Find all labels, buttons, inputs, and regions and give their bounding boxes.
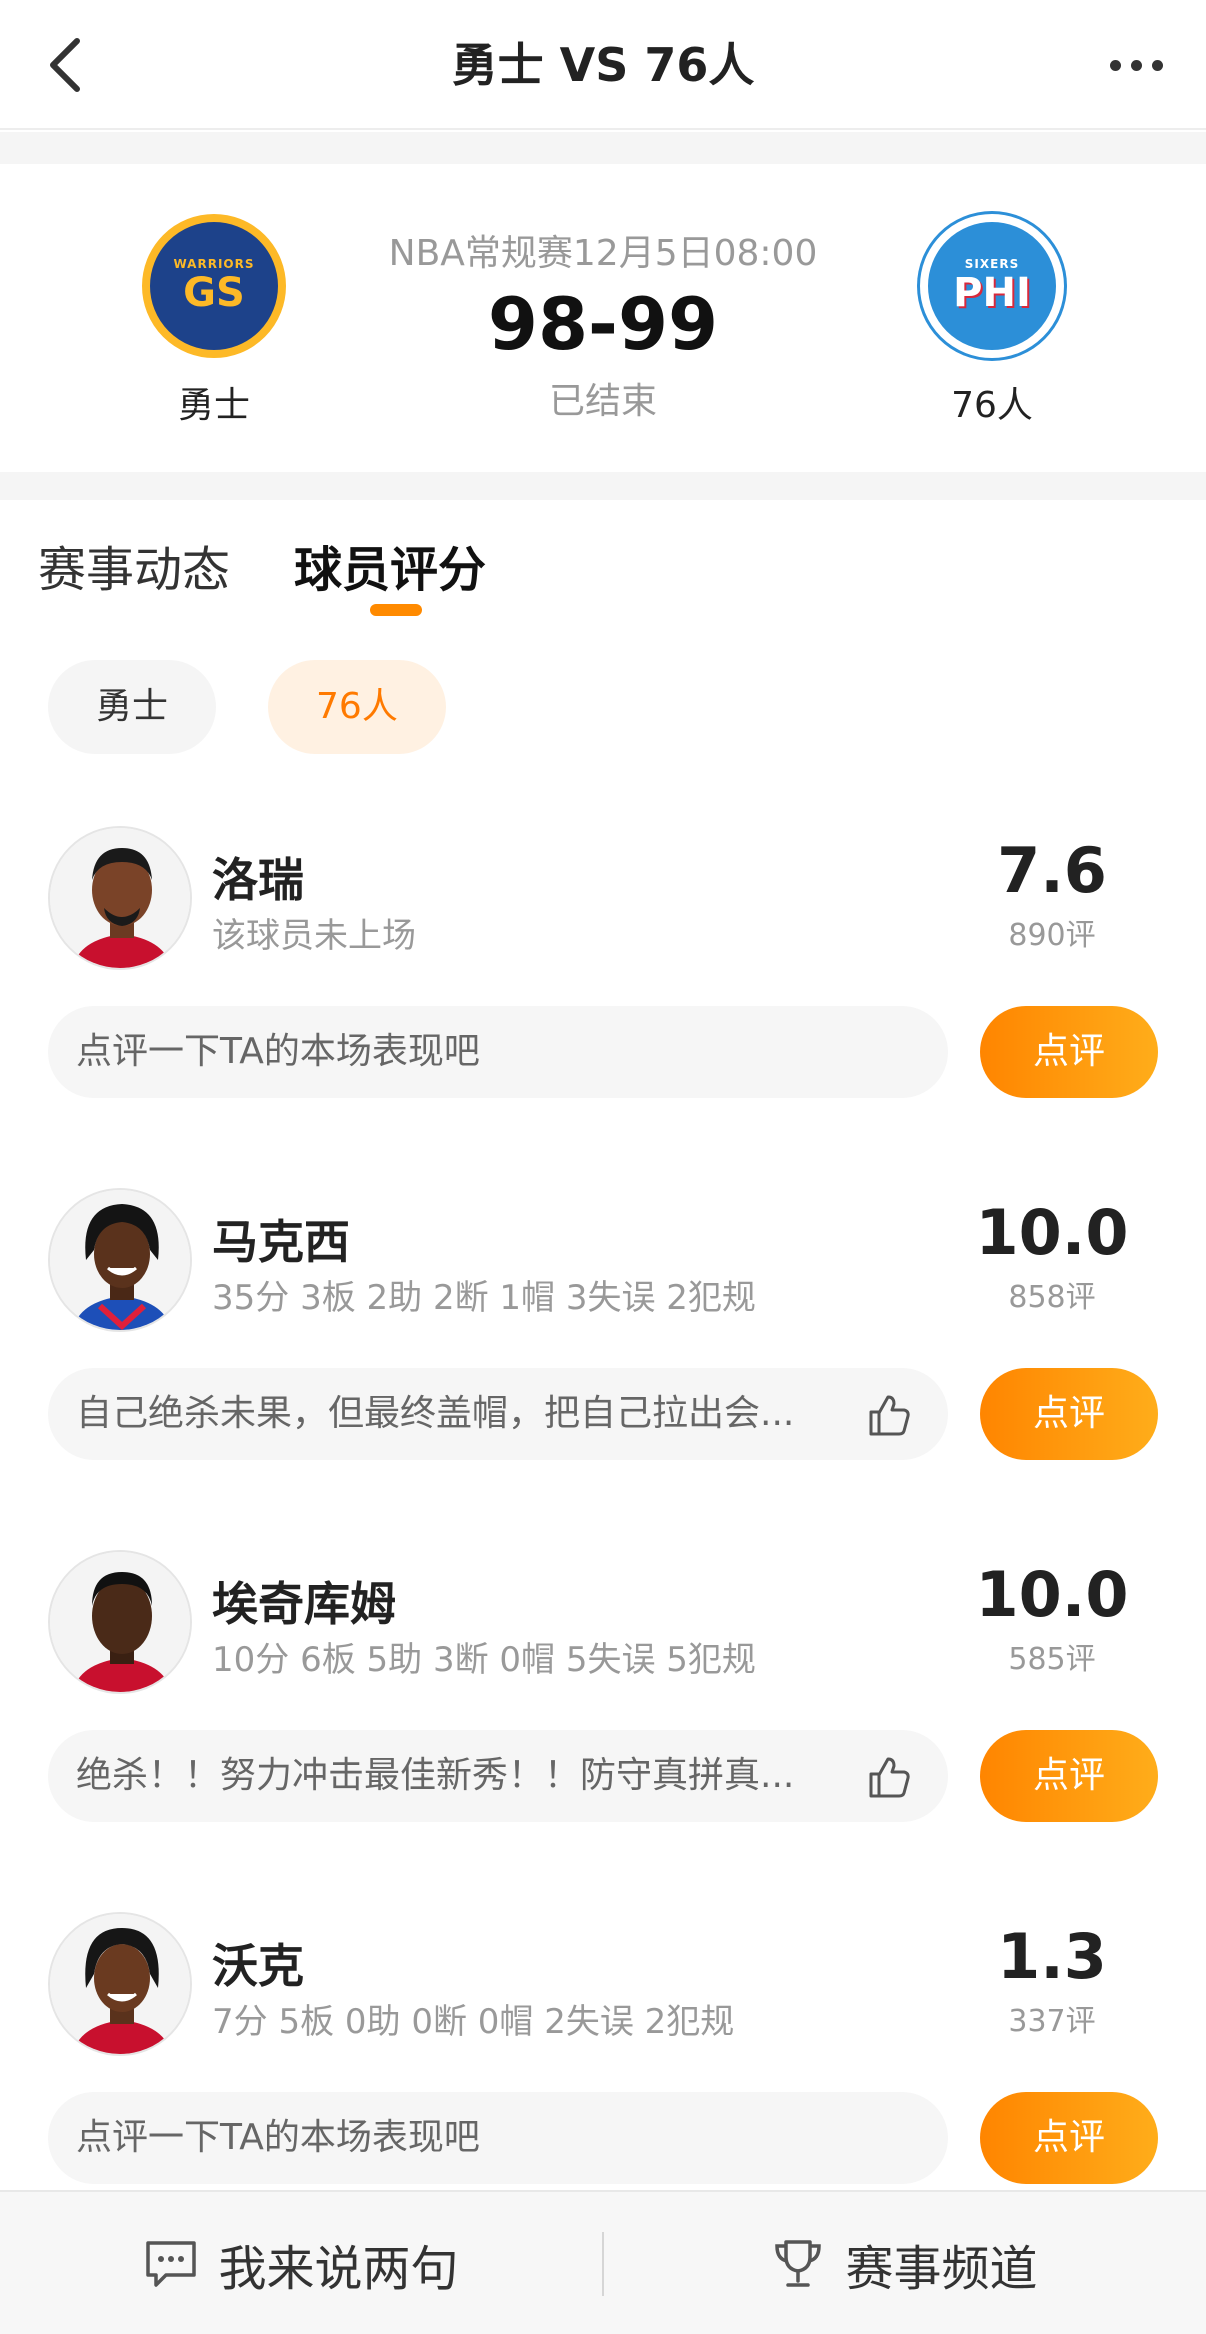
comment-text: 点评一下TA的本场表现吧 [76, 2117, 480, 2158]
player-avatar-image [50, 1190, 190, 1330]
tab-match-events[interactable]: 赛事动态 [38, 530, 230, 600]
match-info: NBA常规赛12月5日08:00 [388, 233, 818, 274]
section-divider [0, 132, 1206, 164]
player-avatar[interactable] [48, 1912, 192, 2056]
event-channel-label: 赛事频道 [845, 2241, 1038, 2297]
player-name: 马克西 [212, 1215, 350, 1269]
rating-count: 858评 [1008, 1280, 1096, 1315]
top-navbar: 勇士 VS 76人 [0, 0, 1206, 130]
page-title: 勇士 VS 76人 [451, 38, 755, 92]
comment-text: 自己绝杀未果，但最终盖帽，把自己拉出会... [76, 1393, 795, 1434]
comment-input[interactable]: 点评一下TA的本场表现吧 [48, 1006, 948, 1098]
review-button[interactable]: 点评 [980, 2092, 1158, 2184]
player-stats: 35分 3板 2助 2断 1帽 3失误 2犯规 [212, 1278, 756, 1318]
76ers-logo: SIXERS PHI [920, 214, 1064, 358]
review-button[interactable]: 点评 [980, 1730, 1158, 1822]
active-tab-indicator [370, 604, 422, 616]
player-rating-item: 马克西 35分 3板 2助 2断 1帽 3失误 2犯规 10.0 858评 自己… [0, 1188, 1206, 1528]
team-switch: 勇士 76人 [48, 660, 446, 754]
home-team-name: 勇士 [177, 385, 250, 426]
rating-count: 337评 [1008, 2004, 1096, 2039]
comment-entry-button[interactable]: 我来说两句 [0, 2192, 603, 2334]
logo-main-text: GS [183, 270, 245, 316]
away-team[interactable]: SIXERS PHI 76人 [892, 214, 1092, 428]
match-summary: NBA常规赛12月5日08:00 98-99 已结束 [303, 224, 903, 424]
player-rating: 10.0 858评 [972, 1198, 1132, 1316]
match-status: 已结束 [548, 381, 657, 422]
rating-count: 890评 [1008, 918, 1096, 953]
logo-top-text: SIXERS [964, 257, 1020, 271]
player-rating: 1.3 337评 [972, 1922, 1132, 2040]
comment-text: 绝杀！！努力冲击最佳新秀！！防守真拼真... [76, 1755, 795, 1796]
comment-input[interactable]: 点评一下TA的本场表现吧 [48, 2092, 948, 2184]
rating-value: 10.0 [975, 1196, 1129, 1269]
thumbs-up-icon[interactable] [866, 1392, 912, 1438]
more-dot-icon [1151, 59, 1163, 71]
rating-value: 1.3 [997, 1920, 1107, 1993]
player-name: 洛瑞 [212, 853, 304, 907]
player-stats: 10分 6板 5助 3断 0帽 5失误 5犯规 [212, 1640, 756, 1680]
player-name: 埃奇库姆 [212, 1577, 396, 1631]
comment-text: 点评一下TA的本场表现吧 [76, 1031, 480, 1072]
chat-bubble-icon [146, 2241, 197, 2287]
away-team-name: 76人 [951, 385, 1033, 426]
player-avatar-image [50, 1552, 190, 1692]
player-rating: 7.6 890评 [972, 836, 1132, 954]
player-rating: 10.0 585评 [972, 1560, 1132, 1678]
event-channel-button[interactable]: 赛事频道 [603, 2192, 1206, 2334]
thumbs-up-icon[interactable] [866, 1754, 912, 1800]
content-tabs: 赛事动态 球员评分 [0, 500, 1206, 630]
match-score: 98-99 [487, 282, 719, 366]
logo-main-text: PHI [953, 270, 1031, 316]
team-filter-76ers[interactable]: 76人 [268, 660, 446, 754]
match-header-card: WARRIORS GS 勇士 NBA常规赛12月5日08:00 98-99 已结… [0, 164, 1206, 472]
review-button[interactable]: 点评 [980, 1006, 1158, 1098]
rating-value: 7.6 [997, 834, 1107, 907]
player-avatar[interactable] [48, 1550, 192, 1694]
player-name: 沃克 [212, 1939, 304, 1993]
review-button[interactable]: 点评 [980, 1368, 1158, 1460]
player-avatar-image [50, 828, 190, 968]
rating-value: 10.0 [975, 1558, 1129, 1631]
section-divider [0, 472, 1206, 500]
comment-preview[interactable]: 绝杀！！努力冲击最佳新秀！！防守真拼真... [48, 1730, 948, 1822]
comment-preview[interactable]: 自己绝杀未果，但最终盖帽，把自己拉出会... [48, 1368, 948, 1460]
more-dot-icon [1109, 59, 1121, 71]
comment-entry-label: 我来说两句 [218, 2241, 459, 2297]
trophy-icon [775, 2240, 822, 2287]
bottom-action-bar: 我来说两句 赛事频道 [0, 2190, 1206, 2334]
team-filter-warriors[interactable]: 勇士 [48, 660, 217, 754]
player-stats: 7分 5板 0助 0断 0帽 2失误 2犯规 [212, 2002, 735, 2042]
home-team[interactable]: WARRIORS GS 勇士 [114, 214, 314, 428]
more-options-button[interactable] [1096, 30, 1176, 100]
player-avatar[interactable] [48, 1188, 192, 1332]
player-stats: 该球员未上场 [212, 916, 416, 956]
logo-top-text: WARRIORS [173, 257, 255, 271]
player-rating-item: 洛瑞 该球员未上场 7.6 890评 点评一下TA的本场表现吧 点评 [0, 826, 1206, 1166]
warriors-logo: WARRIORS GS [142, 214, 286, 358]
player-avatar-image [50, 1914, 190, 2054]
player-rating-item: 埃奇库姆 10分 6板 5助 3断 0帽 5失误 5犯规 10.0 585评 绝… [0, 1550, 1206, 1890]
more-dot-icon [1130, 59, 1142, 71]
rating-count: 585评 [1008, 1642, 1096, 1677]
player-avatar[interactable] [48, 826, 192, 970]
tab-player-ratings[interactable]: 球员评分 [294, 530, 486, 600]
